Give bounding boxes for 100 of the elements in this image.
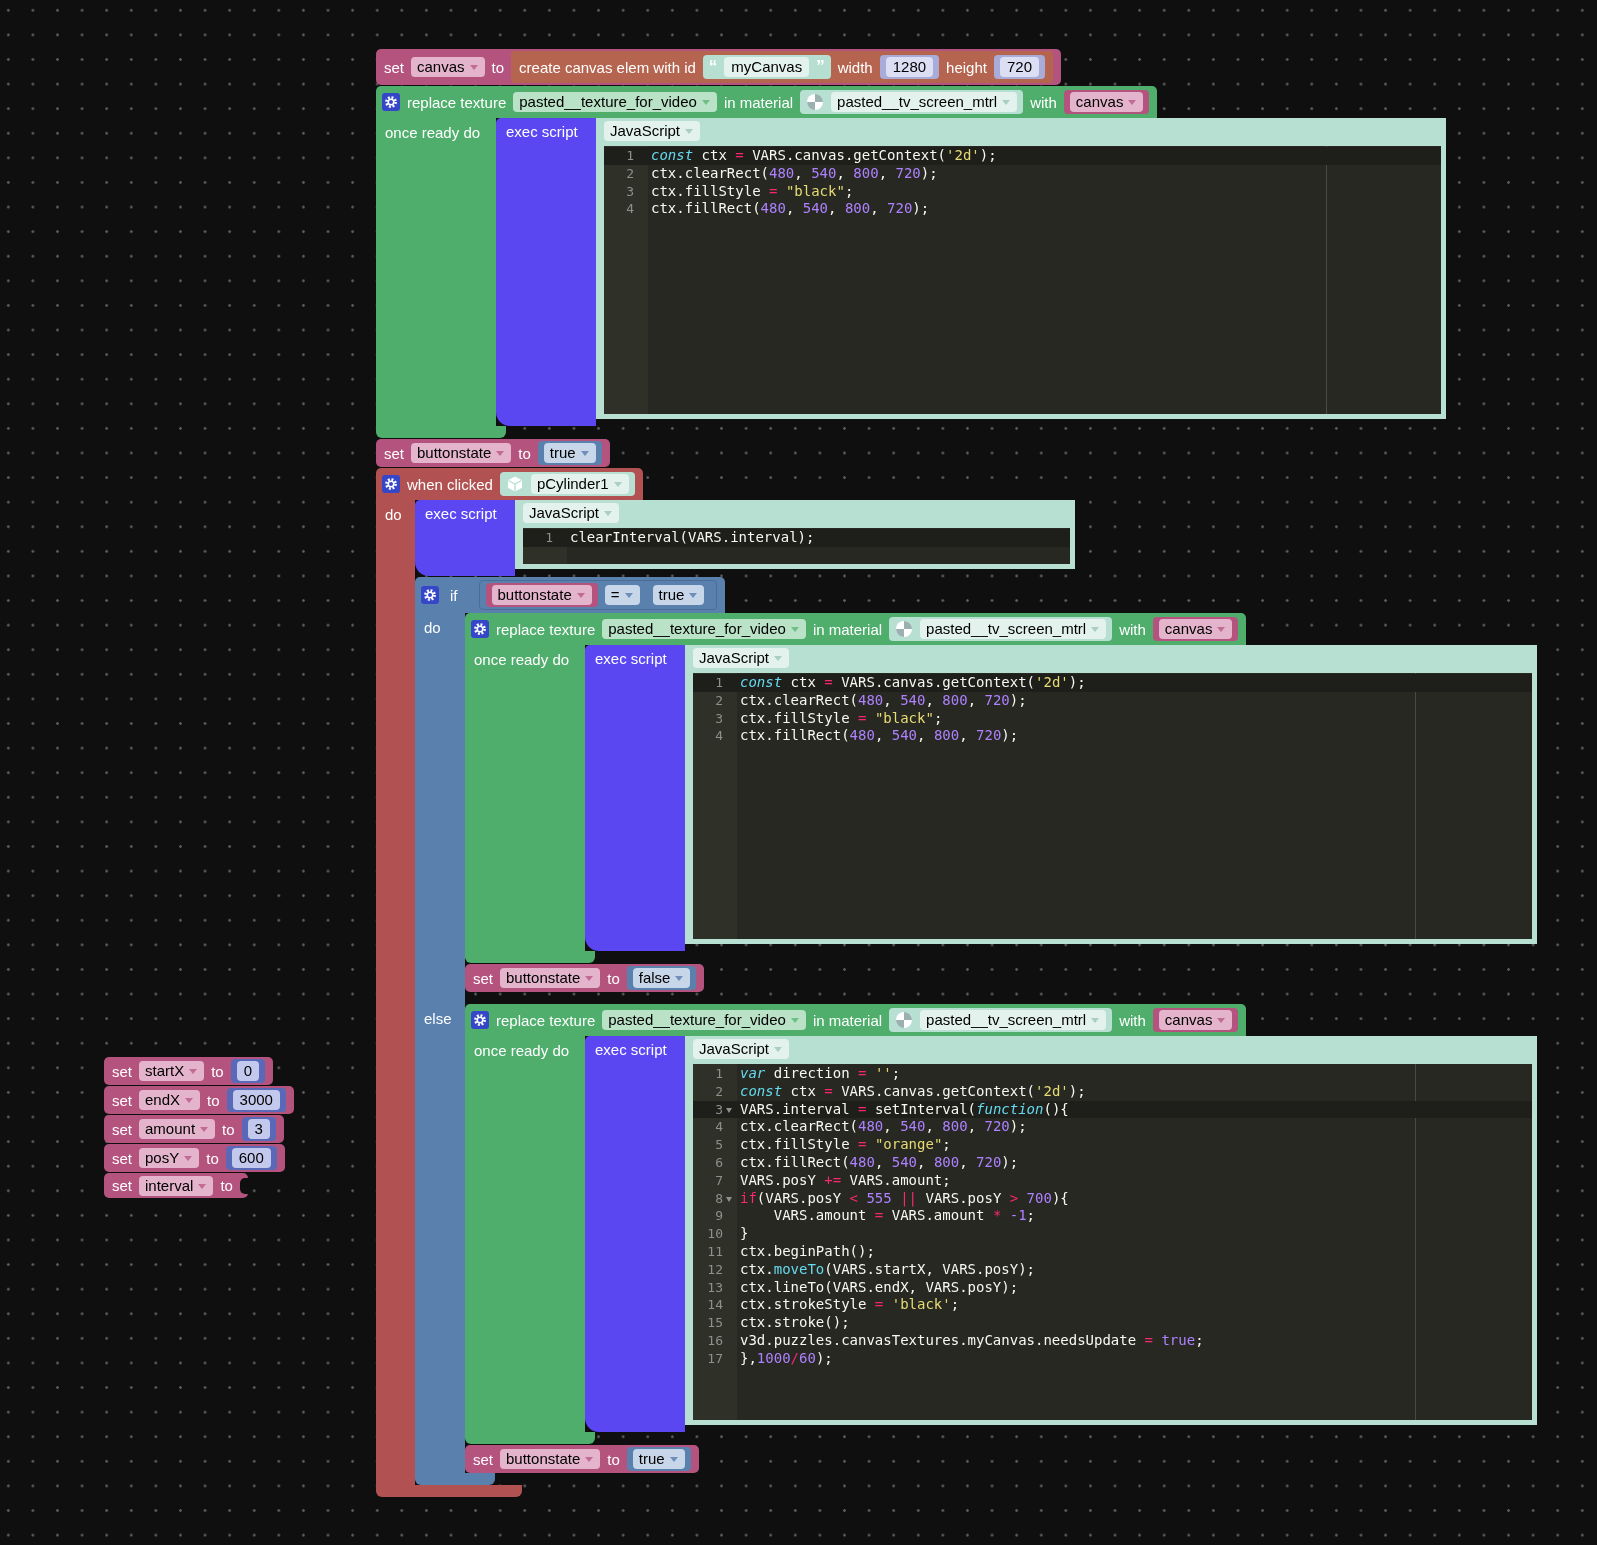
variable-dropdown[interactable]: startX	[139, 1061, 205, 1081]
block-label: to	[211, 1062, 224, 1080]
variable-dropdown[interactable]: canvas	[1158, 1010, 1233, 1030]
block-label: replace texture	[496, 1011, 596, 1029]
line-number: 1	[714, 1065, 723, 1083]
block-label: with	[1119, 1011, 1146, 1029]
line-number: 2	[714, 691, 723, 710]
boolean-dropdown[interactable]: false	[632, 968, 691, 988]
line-number: 7	[714, 1171, 723, 1190]
code-line: ctx.lineTo(VARS.endX, VARS.posY);	[739, 1278, 1019, 1297]
material-dropdown[interactable]: pasted__tv_screen_mtrl	[920, 619, 1107, 639]
operator-dropdown[interactable]: =	[604, 585, 640, 605]
block-label: if	[450, 586, 458, 604]
line-number: 16	[706, 1331, 723, 1350]
code-editor[interactable]: 1 clearInterval(VARS.interval);	[523, 528, 1070, 564]
block-label: in material	[812, 1011, 883, 1029]
block-label: width	[837, 58, 873, 76]
variable-dropdown[interactable]: buttonstate	[500, 1449, 601, 1469]
block-label: exec script	[506, 123, 578, 140]
code-editor[interactable]: 1 const ctx = VARS.canvas.getContext('2d'); 2 ctx.clearRect(480, 540, 800, 720); 3 ctx.fillStyle = "black"; 4 ctx.fillRect(480, 540, 800, 720);	[604, 146, 1441, 414]
language-dropdown[interactable]: JavaScript	[693, 1039, 790, 1059]
line-number: 10	[706, 1225, 723, 1243]
code-line: ctx.clearRect(480, 540, 800, 720);	[739, 1118, 1027, 1137]
block-label: in material	[812, 620, 883, 638]
block-label: once ready do	[474, 1042, 570, 1059]
line-number: 4	[714, 1118, 723, 1137]
variable-dropdown[interactable]: canvas	[1158, 619, 1233, 639]
block-label: exec script	[595, 1041, 667, 1058]
line-number: 1	[625, 147, 634, 165]
quote-mark: ”	[816, 57, 825, 77]
material-dropdown[interactable]: pasted__tv_screen_mtrl	[920, 1010, 1107, 1030]
code-line: VARS.amount = VARS.amount * -1;	[772, 1207, 1036, 1226]
boolean-dropdown[interactable]: true	[652, 585, 705, 605]
boolean-dropdown[interactable]: true	[543, 443, 596, 463]
block-label: else	[424, 1010, 452, 1027]
line-number: 2	[625, 164, 634, 183]
quote-mark: “	[708, 57, 718, 77]
block-label: replace texture	[496, 620, 596, 638]
texture-dropdown[interactable]: pasted__texture_for_video	[513, 92, 717, 112]
texture-dropdown[interactable]: pasted__texture_for_video	[602, 619, 806, 639]
block-label: to	[607, 1450, 620, 1468]
code-line: if(VARS.posY < 555 || VARS.posY > 700){	[739, 1189, 1069, 1208]
line-number: 4	[625, 200, 634, 219]
line-number: 5	[714, 1136, 723, 1154]
code-line: ctx.fillStyle = "black";	[739, 709, 943, 728]
block-label: set	[112, 1120, 132, 1138]
variable-dropdown[interactable]: canvas	[411, 57, 485, 77]
block-label: exec script	[425, 505, 497, 522]
number-field[interactable]: 600	[231, 1148, 271, 1168]
language-dropdown[interactable]: JavaScript	[693, 648, 790, 668]
variable-dropdown[interactable]: posY	[139, 1148, 200, 1168]
number-field[interactable]: 3	[247, 1119, 270, 1139]
language-dropdown[interactable]: JavaScript	[604, 121, 701, 141]
code-line: ctx.moveTo(VARS.startX, VARS.posY);	[739, 1260, 1035, 1279]
code-line: }	[739, 1225, 749, 1243]
text-field[interactable]: myCanvas	[724, 57, 810, 77]
variable-dropdown[interactable]: buttonstate	[491, 585, 592, 605]
variable-dropdown[interactable]: buttonstate	[411, 443, 512, 463]
line-number: 3	[714, 1100, 723, 1119]
line-number: 6	[714, 1154, 723, 1172]
block-label: create canvas elem with id	[519, 58, 696, 76]
code-editor[interactable]: 1 const ctx = VARS.canvas.getContext('2d'); 2 ctx.clearRect(480, 540, 800, 720); 3 ctx.fillStyle = "black"; 4 ctx.fillRect(480, 540, 800, 720);	[693, 673, 1532, 939]
code-line: const ctx = VARS.canvas.getContext('2d');	[739, 674, 1086, 692]
line-number: 11	[706, 1242, 723, 1261]
number-field[interactable]: 0	[236, 1061, 260, 1081]
code-line: const ctx = VARS.canvas.getContext('2d');	[739, 1082, 1086, 1101]
line-number: 12	[706, 1260, 723, 1279]
block-label: to	[220, 1177, 233, 1194]
variable-dropdown[interactable]: buttonstate	[500, 968, 601, 988]
code-line: ctx.clearRect(480, 540, 800, 720);	[739, 691, 1027, 710]
number-field[interactable]: 3000	[232, 1090, 280, 1110]
block-label: once ready do	[474, 651, 570, 668]
code-line: const ctx = VARS.canvas.getContext('2d');	[650, 147, 997, 165]
code-line: var direction = '';	[739, 1065, 901, 1083]
boolean-dropdown[interactable]: true	[632, 1449, 685, 1469]
variable-dropdown[interactable]: amount	[139, 1119, 216, 1139]
texture-dropdown[interactable]: pasted__texture_for_video	[602, 1010, 806, 1030]
code-line: ctx.fillStyle = "orange";	[739, 1136, 951, 1154]
material-dropdown[interactable]: pasted__tv_screen_mtrl	[831, 92, 1018, 112]
language-dropdown[interactable]: JavaScript	[523, 503, 620, 523]
variable-dropdown[interactable]: interval	[139, 1175, 214, 1196]
line-number: 9	[714, 1207, 723, 1226]
code-line: VARS.posY += VARS.amount;	[739, 1171, 951, 1190]
block-label: with	[1119, 620, 1146, 638]
block-label: to	[206, 1149, 219, 1167]
code-line: ctx.clearRect(480, 540, 800, 720);	[650, 164, 938, 183]
line-number: 4	[714, 727, 723, 746]
variable-dropdown[interactable]: endX	[139, 1090, 201, 1110]
code-line: clearInterval(VARS.interval);	[569, 529, 815, 547]
block-label: to	[207, 1091, 220, 1109]
variable-dropdown[interactable]: canvas	[1069, 92, 1144, 112]
block-label: to	[491, 58, 505, 76]
code-line: ctx.strokeStyle = 'black';	[739, 1296, 960, 1315]
block-label: height	[946, 58, 987, 76]
code-line: ctx.fillRect(480, 540, 800, 720);	[650, 200, 930, 219]
number-field[interactable]: 1280	[885, 57, 934, 77]
number-field[interactable]: 720	[999, 57, 1039, 77]
block-label: set	[112, 1062, 132, 1080]
object-dropdown[interactable]: pCylinder1	[530, 474, 629, 494]
line-number: 14	[706, 1296, 723, 1315]
